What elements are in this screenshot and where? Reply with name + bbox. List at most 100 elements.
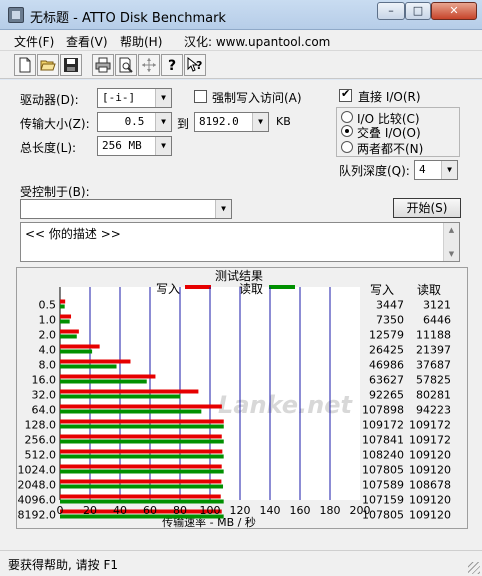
write-bar <box>60 494 221 499</box>
force-write-checkbox[interactable] <box>194 90 207 103</box>
read-value: 37687 <box>416 359 451 372</box>
write-value: 107898 <box>362 404 404 417</box>
scroll-up-icon[interactable]: ▲ <box>444 223 459 237</box>
chart-title: 测试结果 <box>215 268 263 283</box>
y-tick-label: 128.0 <box>25 419 57 432</box>
settings-panel: 驱动器(D): [-i-] ▼ 强制写入访问(A) 传输大小(Z): 0.5 ▼… <box>0 80 482 550</box>
write-value: 107159 <box>362 494 404 507</box>
total-length-select[interactable]: 256 MB ▼ <box>97 136 172 156</box>
svg-text:?: ? <box>196 59 202 72</box>
read-bar <box>60 364 117 369</box>
description-field[interactable]: << 你的描述 >> ▲ ▼ <box>20 222 460 262</box>
app-icon <box>8 7 24 23</box>
write-value: 7350 <box>376 314 404 327</box>
context-help-icon[interactable]: ? <box>184 54 206 76</box>
chevron-down-icon[interactable]: ▼ <box>155 113 171 131</box>
legend-read-label: 读取 <box>239 282 263 296</box>
io-compare-radio[interactable] <box>341 111 353 123</box>
title-bar: 无标题 - ATTO Disk Benchmark – □ ✕ <box>0 0 482 30</box>
chevron-down-icon[interactable]: ▼ <box>155 137 171 155</box>
help-icon[interactable]: ? <box>161 54 183 76</box>
y-tick-label: 4096.0 <box>18 494 57 507</box>
write-value: 109172 <box>362 419 404 432</box>
open-folder-icon[interactable] <box>37 54 59 76</box>
transfer-to-select[interactable]: 8192.0 ▼ <box>194 112 269 132</box>
maximize-button[interactable]: □ <box>405 2 431 20</box>
read-value: 11188 <box>416 329 451 342</box>
overlapped-io-radio[interactable] <box>341 125 353 137</box>
y-tick-label: 1.0 <box>39 314 57 327</box>
y-tick-label: 8192.0 <box>18 509 57 522</box>
menu-localize[interactable]: 汉化: www.upantool.com <box>184 33 330 50</box>
write-bar <box>60 359 131 364</box>
col-write-header: 写入 <box>370 283 394 297</box>
results-chart: 测试结果 写入 读取 写入 读取 Lanke.net 传输速率 - MB / 秒… <box>18 268 452 529</box>
chevron-down-icon[interactable]: ▼ <box>215 200 231 218</box>
menu-view[interactable]: 查看(V) <box>66 33 108 50</box>
chevron-down-icon[interactable]: ▼ <box>155 89 171 107</box>
x-tick-label: 40 <box>113 504 127 517</box>
controlled-by-select[interactable]: ▼ <box>20 199 232 219</box>
new-file-icon[interactable] <box>14 54 36 76</box>
write-value: 3447 <box>376 299 404 312</box>
drive-select[interactable]: [-i-] ▼ <box>97 88 172 108</box>
y-tick-label: 2.0 <box>39 329 57 342</box>
neither-radio[interactable] <box>341 141 353 153</box>
minimize-button[interactable]: – <box>377 2 405 20</box>
read-bar <box>60 349 93 354</box>
kb-label: KB <box>276 115 291 128</box>
scroll-down-icon[interactable]: ▼ <box>444 247 459 261</box>
menu-help[interactable]: 帮助(H) <box>120 33 162 50</box>
read-bar <box>60 424 224 429</box>
x-tick-label: 160 <box>290 504 311 517</box>
chevron-down-icon[interactable]: ▼ <box>441 161 457 179</box>
y-tick-label: 4.0 <box>39 344 57 357</box>
queue-depth-select[interactable]: 4 ▼ <box>414 160 458 180</box>
write-value: 107841 <box>362 434 404 447</box>
description-text: << 你的描述 >> <box>25 227 121 241</box>
watermark: Lanke.net <box>218 391 353 419</box>
read-value: 108678 <box>409 479 451 492</box>
write-value: 46986 <box>369 359 404 372</box>
read-bar <box>60 319 70 324</box>
transfer-to-value: 8192.0 <box>199 115 239 128</box>
read-value: 109120 <box>409 509 451 522</box>
read-value: 6446 <box>423 314 451 327</box>
write-value: 63627 <box>369 374 404 387</box>
read-bar <box>60 469 224 474</box>
print-preview-icon[interactable] <box>115 54 137 76</box>
controlled-by-label: 受控制于(B): <box>20 185 90 199</box>
write-bar <box>60 329 79 334</box>
write-value: 107805 <box>362 464 404 477</box>
write-value: 108240 <box>362 449 404 462</box>
read-bar <box>60 304 65 309</box>
save-icon[interactable] <box>60 54 82 76</box>
print-icon[interactable] <box>92 54 114 76</box>
queue-depth-label: 队列深度(Q): <box>339 164 410 178</box>
write-value: 92265 <box>369 389 404 402</box>
menu-file[interactable]: 文件(F) <box>14 33 54 50</box>
overlapped-io-label: 交叠 I/O(O) <box>357 126 421 140</box>
force-write-label: 强制写入访问(A) <box>212 91 302 105</box>
neither-label: 两者都不(N) <box>357 142 424 156</box>
write-bar <box>60 449 223 454</box>
description-scrollbar[interactable]: ▲ ▼ <box>443 223 459 261</box>
chevron-down-icon[interactable]: ▼ <box>252 113 268 131</box>
write-bar <box>60 464 222 469</box>
total-length-label: 总长度(L): <box>20 141 77 155</box>
close-button[interactable]: ✕ <box>431 2 477 20</box>
transfer-from-select[interactable]: 0.5 ▼ <box>97 112 172 132</box>
to-label: 到 <box>177 117 190 131</box>
read-value: 109120 <box>409 464 451 477</box>
y-tick-label: 1024.0 <box>18 464 57 477</box>
toolbar: ? ? <box>0 51 482 79</box>
write-value: 12579 <box>369 329 404 342</box>
start-button[interactable]: 开始(S) <box>393 198 461 218</box>
x-tick-label: 20 <box>83 504 97 517</box>
y-tick-label: 64.0 <box>32 404 57 417</box>
move-icon[interactable] <box>138 54 160 76</box>
resize-grip-icon[interactable] <box>468 562 480 574</box>
direct-io-checkbox[interactable] <box>339 87 352 102</box>
read-bar <box>60 484 224 489</box>
write-bar <box>60 404 222 409</box>
